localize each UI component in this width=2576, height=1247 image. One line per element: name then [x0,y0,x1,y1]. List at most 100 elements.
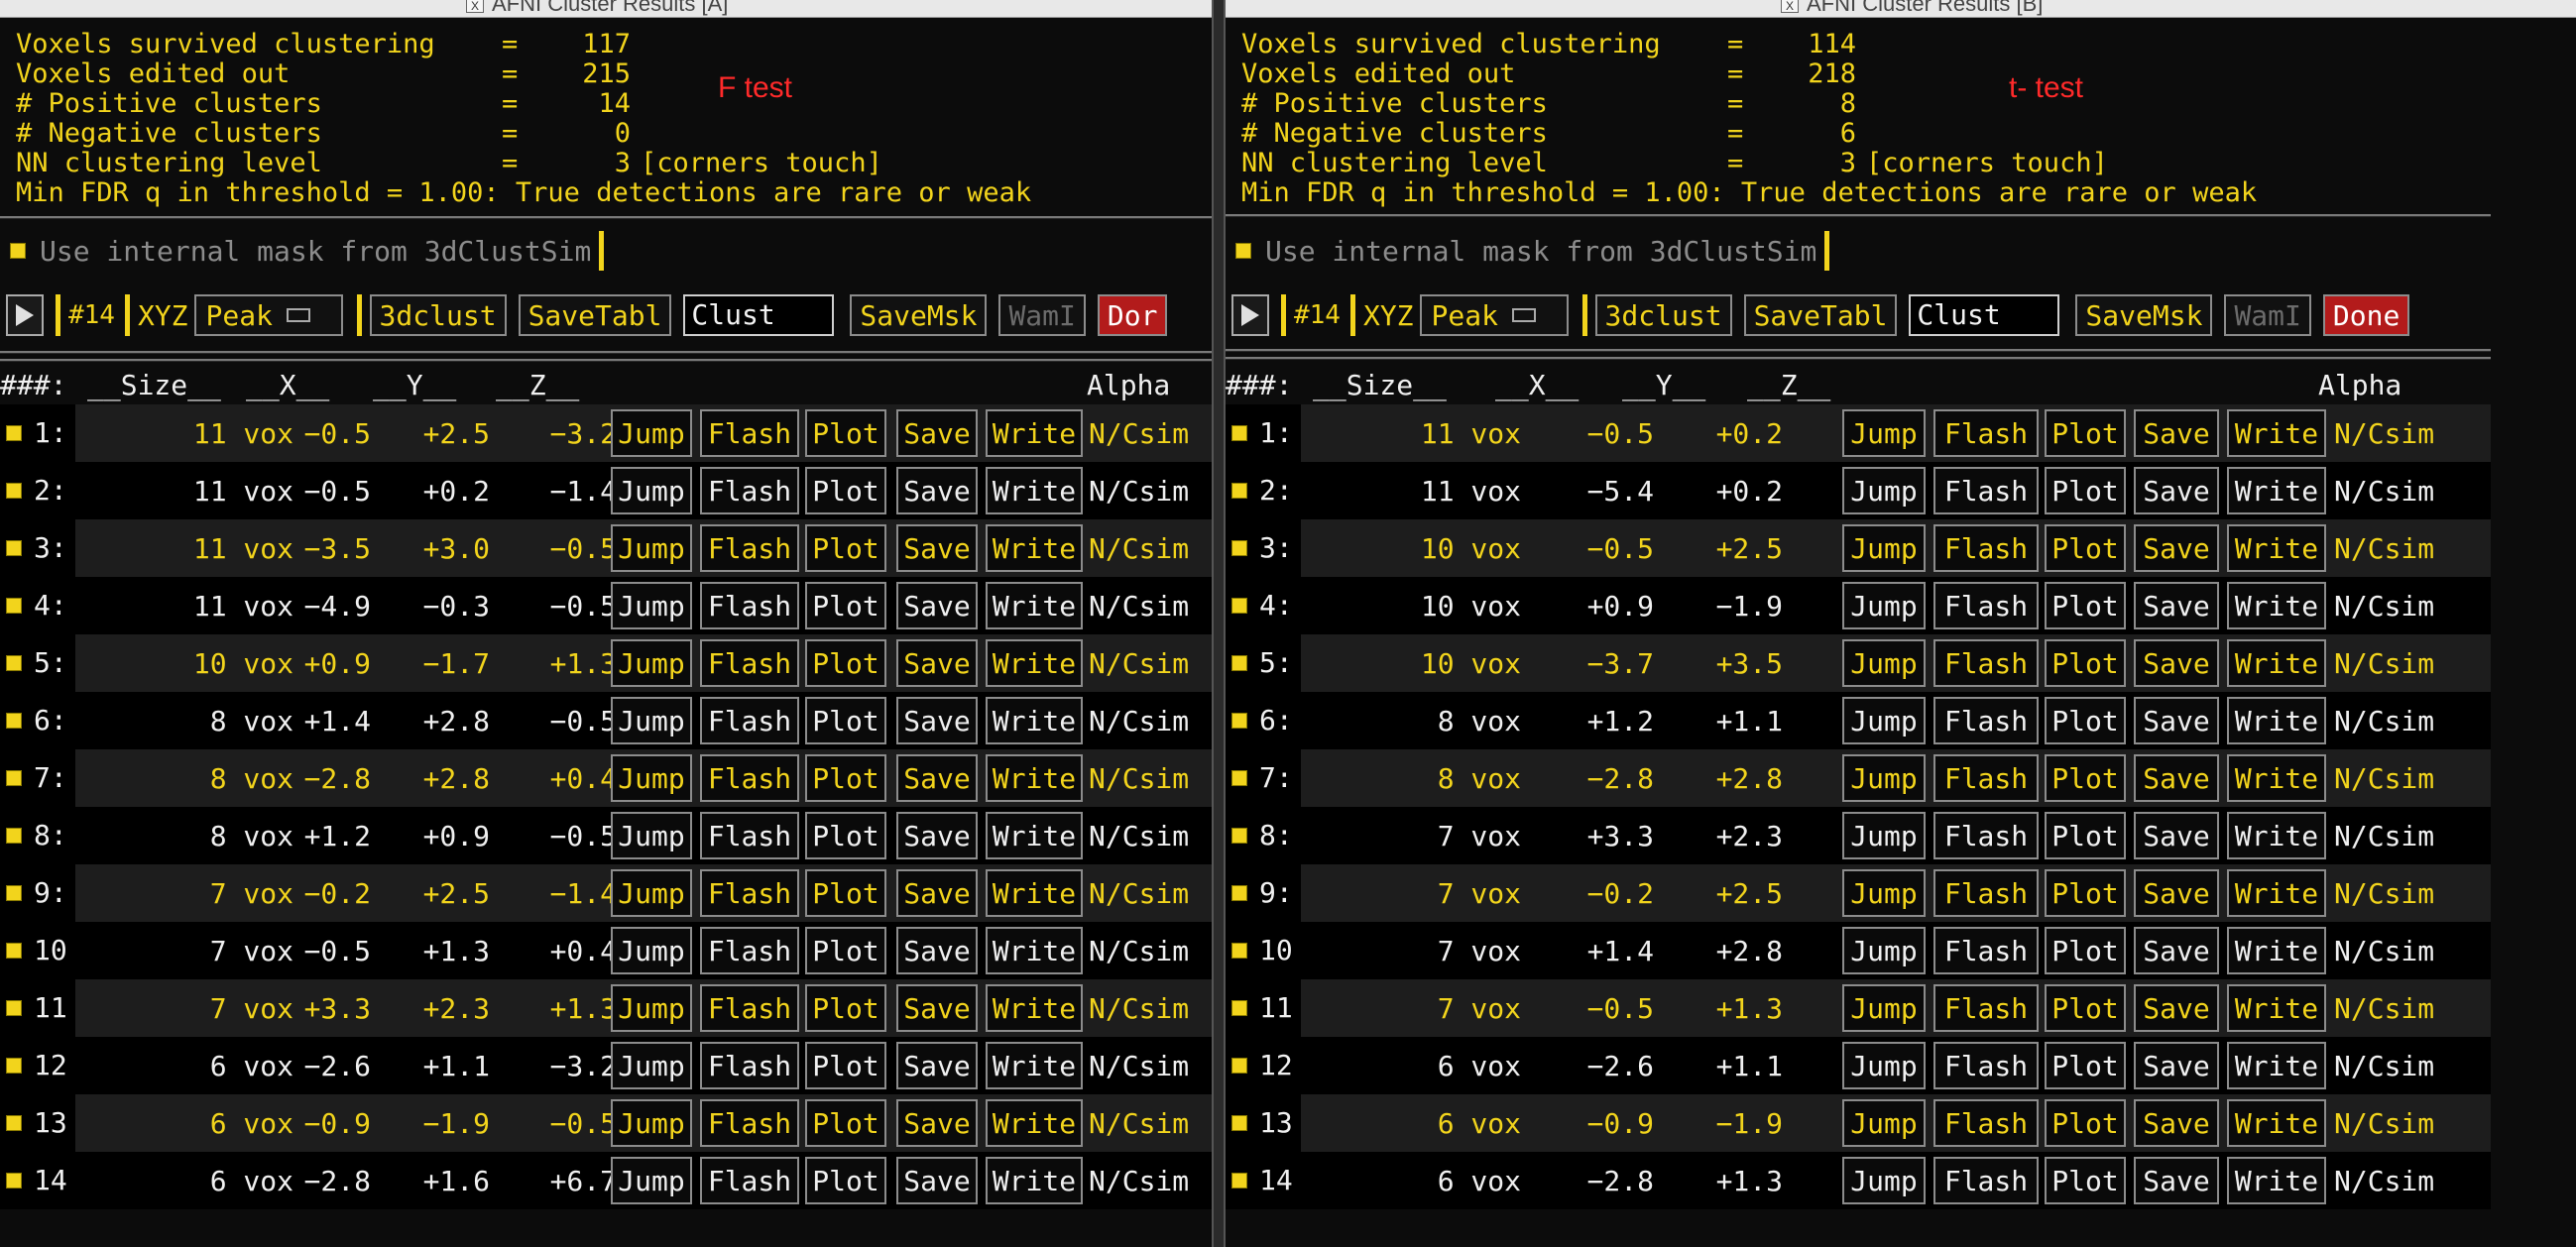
row-select-toggle-icon[interactable] [1231,483,1247,499]
plot-button[interactable]: Plot [2045,1157,2126,1204]
save-button[interactable]: Save [896,409,978,457]
write-button[interactable]: Write [986,1157,1083,1204]
jump-button[interactable]: Jump [611,697,692,744]
write-button[interactable]: Write [986,467,1083,514]
write-button[interactable]: Write [2227,869,2326,917]
jump-button[interactable]: Jump [611,467,692,514]
write-button[interactable]: Write [986,409,1083,457]
flash-button[interactable]: Flash [1933,812,2039,859]
save-button[interactable]: Save [2134,1042,2219,1089]
row-select-toggle-icon[interactable] [1231,1058,1247,1074]
flash-button[interactable]: Flash [1933,869,2039,917]
3dclust-button[interactable]: 3dclust [1594,294,1732,336]
jump-button[interactable]: Jump [1842,524,1926,572]
write-button[interactable]: Write [2227,1042,2326,1089]
row-select-toggle-icon[interactable] [6,943,22,959]
flash-button[interactable]: Flash [1933,754,2039,802]
row-select-toggle-icon[interactable] [6,598,22,614]
write-button[interactable]: Write [2227,524,2326,572]
row-select-toggle-icon[interactable] [6,1058,22,1074]
jump-button[interactable]: Jump [611,582,692,629]
internal-mask-toggle[interactable]: Use internal mask from 3dClustSim [1226,228,1830,274]
row-select-toggle-icon[interactable] [6,770,22,786]
save-button[interactable]: Save [2134,409,2219,457]
row-select-toggle-icon[interactable] [6,828,22,844]
row-select-toggle-icon[interactable] [1231,1000,1247,1016]
plot-button[interactable]: Plot [805,409,886,457]
plot-button[interactable]: Plot [2045,697,2126,744]
write-button[interactable]: Write [2227,927,2326,974]
save-button[interactable]: Save [896,467,978,514]
plot-button[interactable]: Plot [805,639,886,687]
save-button[interactable]: Save [2134,812,2219,859]
row-select-toggle-icon[interactable] [1231,425,1247,441]
savetabl-button[interactable]: SaveTabl [1743,294,1898,336]
jump-button[interactable]: Jump [611,524,692,572]
row-select-toggle-icon[interactable] [1231,598,1247,614]
plot-button[interactable]: Plot [805,927,886,974]
peak-menu-button[interactable]: Peak [1419,294,1569,336]
write-button[interactable]: Write [2227,754,2326,802]
3dclust-button[interactable]: 3dclust [369,294,507,336]
save-button[interactable]: Save [896,697,978,744]
flash-button[interactable]: Flash [1933,467,2039,514]
savetabl-button[interactable]: SaveTabl [518,294,672,336]
flash-button[interactable]: Flash [700,1157,799,1204]
write-button[interactable]: Write [986,639,1083,687]
done-button[interactable]: Done [2322,294,2410,336]
plot-button[interactable]: Plot [805,1157,886,1204]
flash-button[interactable]: Flash [700,984,799,1032]
write-button[interactable]: Write [986,812,1083,859]
jump-button[interactable]: Jump [1842,754,1926,802]
row-select-toggle-icon[interactable] [1231,713,1247,729]
plot-button[interactable]: Plot [2045,467,2126,514]
save-button[interactable]: Save [2134,754,2219,802]
clust-prefix-input[interactable]: Clust [1909,294,2060,336]
plot-button[interactable]: Plot [805,697,886,744]
jump-button[interactable]: Jump [1842,697,1926,744]
wami-button[interactable]: WamI [2224,294,2311,336]
jump-button[interactable]: Jump [611,1042,692,1089]
flash-button[interactable]: Flash [1933,409,2039,457]
save-button[interactable]: Save [2134,524,2219,572]
flash-button[interactable]: Flash [1933,1042,2039,1089]
write-button[interactable]: Write [986,1042,1083,1089]
plot-button[interactable]: Plot [805,754,886,802]
row-select-toggle-icon[interactable] [6,885,22,901]
flash-button[interactable]: Flash [700,869,799,917]
flash-button[interactable]: Flash [700,1042,799,1089]
plot-button[interactable]: Plot [2045,582,2126,629]
row-select-toggle-icon[interactable] [1231,1173,1247,1189]
flash-button[interactable]: Flash [700,524,799,572]
row-select-toggle-icon[interactable] [6,483,22,499]
plot-button[interactable]: Plot [2045,1042,2126,1089]
save-button[interactable]: Save [2134,1099,2219,1147]
plot-button[interactable]: Plot [805,582,886,629]
plot-button[interactable]: Plot [2045,984,2126,1032]
clust-prefix-input[interactable]: Clust [683,294,835,336]
save-button[interactable]: Save [2134,984,2219,1032]
row-select-toggle-icon[interactable] [6,713,22,729]
write-button[interactable]: Write [2227,984,2326,1032]
plot-button[interactable]: Plot [2045,869,2126,917]
plot-button[interactable]: Plot [2045,639,2126,687]
flash-button[interactable]: Flash [700,754,799,802]
plot-button[interactable]: Plot [2045,524,2126,572]
plot-button[interactable]: Plot [2045,812,2126,859]
flash-button[interactable]: Flash [700,697,799,744]
row-select-toggle-icon[interactable] [6,540,22,556]
row-select-toggle-icon[interactable] [1231,885,1247,901]
peak-menu-button[interactable]: Peak [193,294,343,336]
write-button[interactable]: Write [2227,582,2326,629]
write-button[interactable]: Write [2227,639,2326,687]
jump-button[interactable]: Jump [1842,409,1926,457]
plot-button[interactable]: Plot [805,524,886,572]
jump-button[interactable]: Jump [1842,467,1926,514]
write-button[interactable]: Write [986,927,1083,974]
plot-button[interactable]: Plot [2045,754,2126,802]
save-button[interactable]: Save [2134,467,2219,514]
flash-button[interactable]: Flash [1933,927,2039,974]
save-button[interactable]: Save [2134,697,2219,744]
jump-button[interactable]: Jump [611,812,692,859]
jump-button[interactable]: Jump [611,869,692,917]
